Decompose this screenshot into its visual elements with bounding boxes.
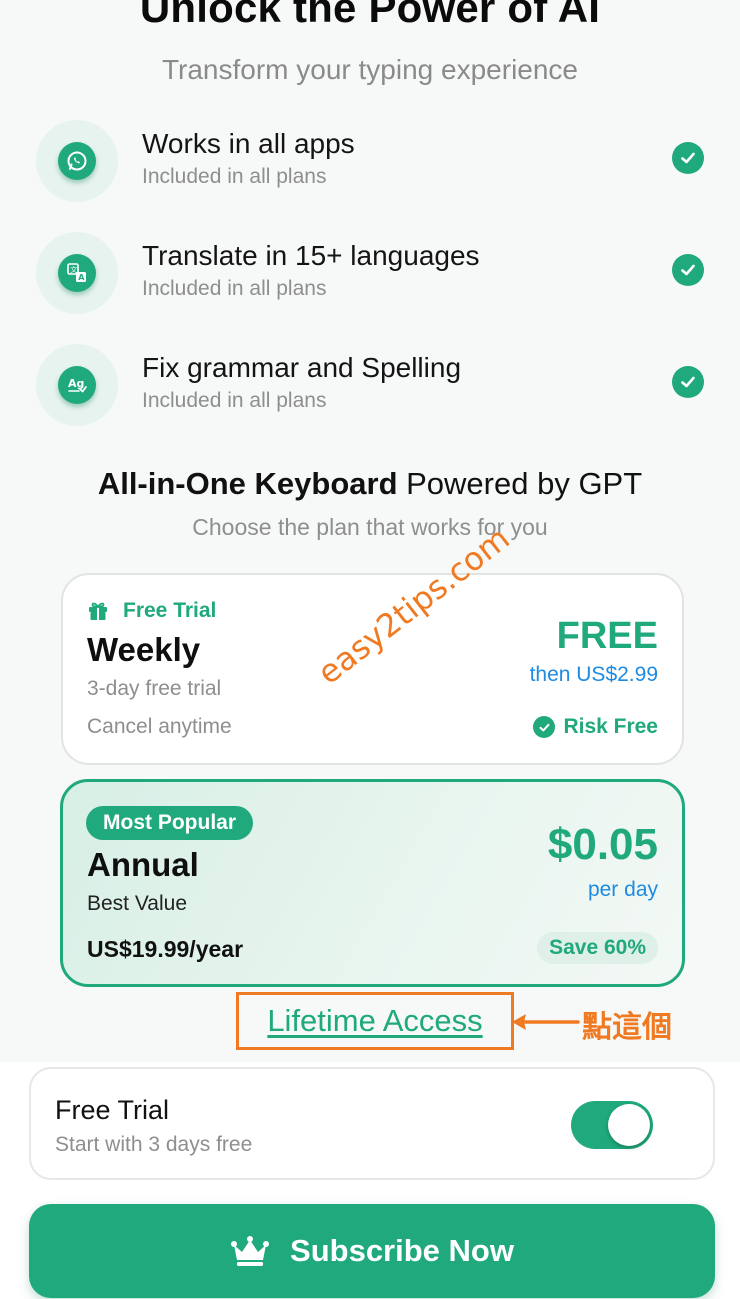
svg-text:A: A — [78, 273, 85, 282]
plan-price: FREE — [556, 615, 658, 657]
section-title-bold: All-in-One Keyboard — [97, 466, 398, 501]
annotation-highlight-box: Lifetime Access — [236, 992, 514, 1050]
gift-icon — [89, 602, 107, 620]
feature-title: Works in all apps — [142, 128, 355, 159]
plan-price: $0.05 — [547, 820, 658, 869]
feature-row-apps: Works in all apps Included in all plans — [36, 118, 708, 202]
plan-name: Weekly — [87, 631, 201, 668]
svg-text:Ag: Ag — [68, 377, 84, 390]
check-circle-icon — [533, 716, 556, 738]
grammar-icon: Ag — [58, 366, 96, 404]
feature-row-translate: 文 A Translate in 15+ languages Included … — [36, 230, 708, 314]
free-trial-toggle-row: Free Trial Start with 3 days free — [29, 1067, 715, 1180]
annotation-arrow-icon — [512, 1014, 580, 1030]
toggle-title: Free Trial — [55, 1095, 170, 1125]
feature-title: Translate in 15+ languages — [142, 240, 480, 271]
save-badge: Save 60% — [537, 932, 658, 964]
toggle-knob — [608, 1104, 650, 1146]
plan-detail: 3-day free trial — [87, 677, 222, 700]
risk-free-label: Risk Free — [533, 715, 658, 739]
free-trial-toggle[interactable] — [571, 1101, 653, 1149]
feature-subtitle: Included in all plans — [142, 277, 327, 300]
plan-detail: Cancel anytime — [87, 715, 232, 738]
crown-icon — [231, 1236, 270, 1266]
feature-title: Fix grammar and Spelling — [142, 352, 462, 383]
lifetime-access-link[interactable]: Lifetime Access — [239, 1003, 511, 1039]
feature-row-grammar: Ag Fix grammar and Spelling Included in … — [36, 342, 708, 426]
most-popular-badge: Most Popular — [86, 806, 254, 840]
section-subtitle: Choose the plan that works for you — [192, 514, 548, 540]
free-trial-tag-label: Free Trial — [123, 599, 217, 622]
feature-subtitle: Included in all plans — [142, 165, 327, 188]
risk-free-text: Risk Free — [563, 715, 658, 738]
feature-subtitle: Included in all plans — [142, 389, 327, 412]
translate-icon: 文 A — [58, 254, 96, 292]
toggle-subtitle: Start with 3 days free — [55, 1133, 253, 1156]
plan-card-annual[interactable]: Most Popular Annual Best Value US$19.99/… — [60, 779, 685, 987]
check-icon — [672, 142, 704, 174]
plan-then-price: then US$2.99 — [529, 663, 658, 686]
page-subtitle: Transform your typing experience — [161, 54, 579, 85]
plan-name: Annual — [87, 846, 199, 883]
plan-card-weekly[interactable]: Free Trial Weekly 3-day free trial Cance… — [61, 573, 684, 765]
feature-icon-bg — [36, 120, 118, 202]
free-trial-tag: Free Trial — [87, 599, 216, 623]
page-title: Unlock the Power of AI — [139, 0, 601, 31]
annotation-note: 點這個 — [582, 1010, 672, 1045]
whatsapp-icon — [58, 142, 96, 180]
plan-detail: Best Value — [87, 892, 188, 915]
plan-yearly-price: US$19.99/year — [87, 936, 244, 962]
feature-icon-bg: 文 A — [36, 232, 118, 314]
check-icon — [672, 254, 704, 286]
feature-icon-bg: Ag — [36, 344, 118, 426]
check-icon — [672, 366, 704, 398]
subscribe-button[interactable]: Subscribe Now — [29, 1204, 715, 1298]
section-title-rest: Powered by GPT — [397, 466, 643, 501]
plan-price-unit: per day — [587, 878, 658, 901]
section-title: All-in-One Keyboard Powered by GPT — [0, 466, 740, 502]
svg-text:文: 文 — [70, 265, 77, 274]
subscribe-button-label: Subscribe Now — [290, 1233, 514, 1268]
